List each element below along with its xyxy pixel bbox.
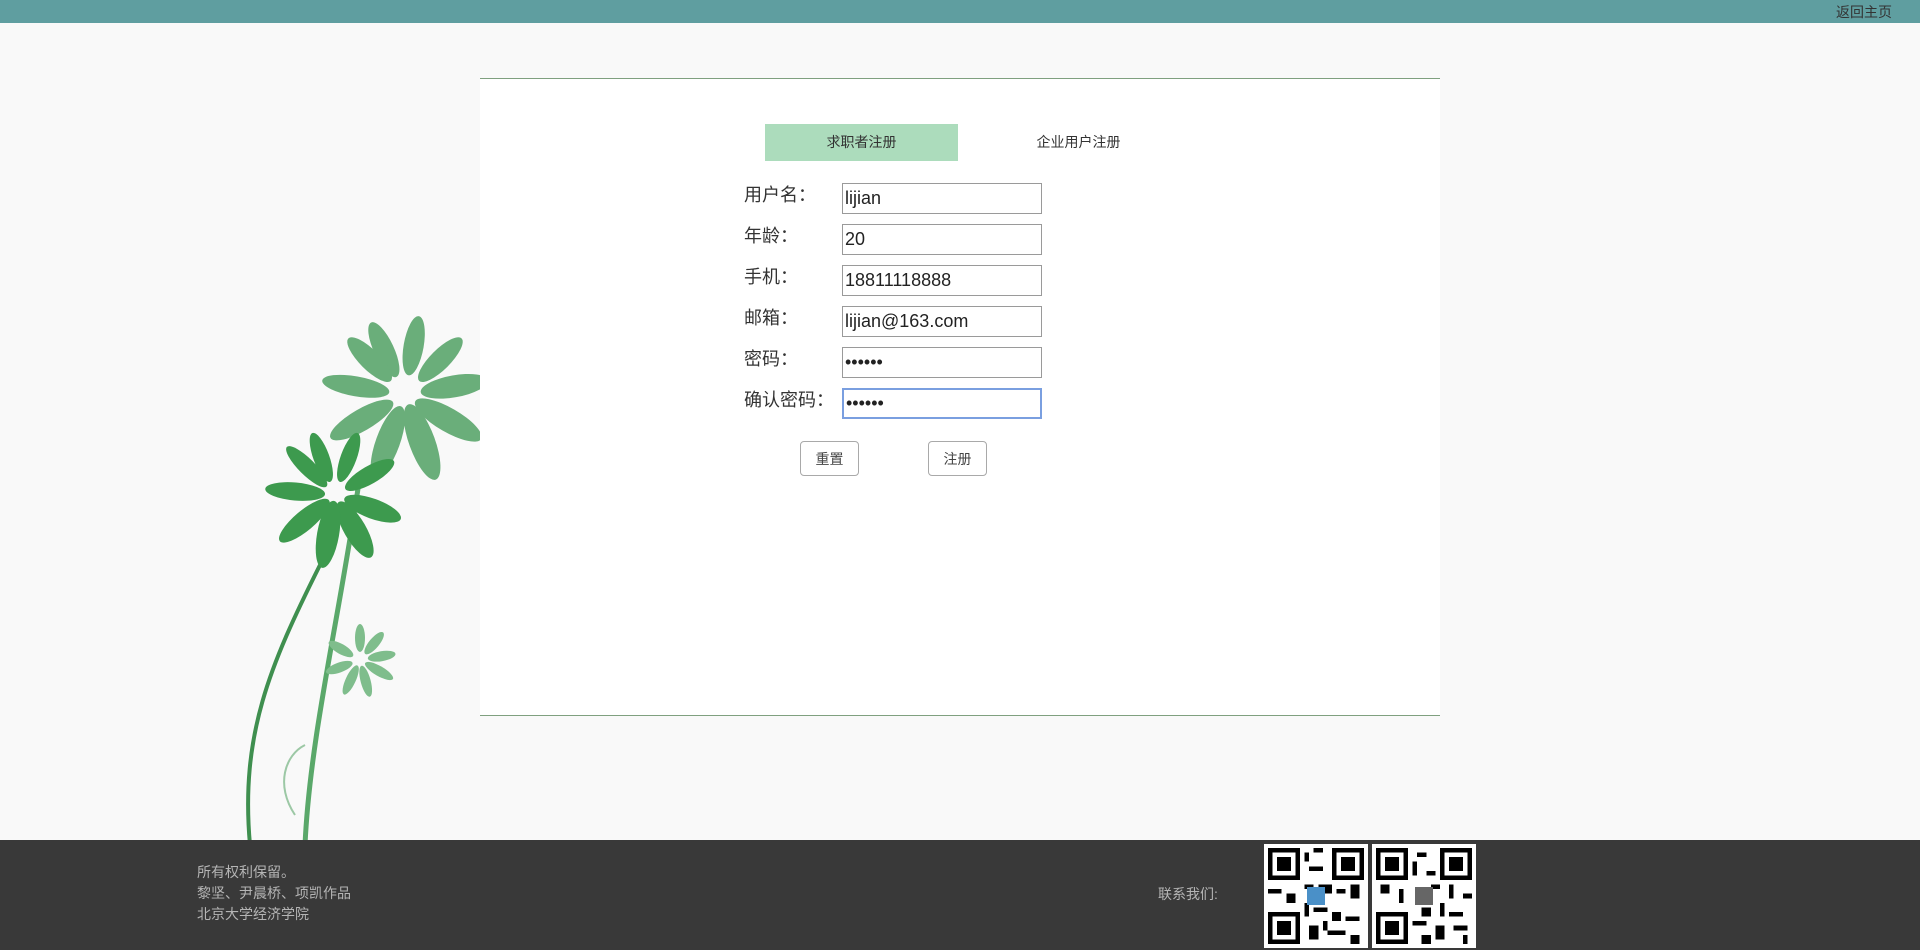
tab-company-register[interactable]: 企业用户注册 (982, 124, 1175, 161)
register-button[interactable]: 注册 (928, 441, 987, 476)
tab-jobseeker-register[interactable]: 求职者注册 (765, 124, 958, 161)
confirm-password-row: 确认密码： (744, 388, 1064, 420)
phone-row: 手机： (744, 265, 1064, 297)
confirm-password-label: 确认密码： (744, 390, 834, 410)
reset-button[interactable]: 重置 (800, 441, 859, 476)
username-input[interactable] (842, 183, 1042, 214)
username-label: 用户名： (744, 185, 816, 205)
age-input[interactable] (842, 224, 1042, 255)
copyright-text: 所有权利保留。 (197, 864, 295, 880)
footer: 所有权利保留。 黎坚、尹晨桥、项凯作品 北京大学经济学院 联系我们: (0, 840, 1920, 950)
email-row: 邮箱： (744, 306, 1064, 338)
authors-text: 黎坚、尹晨桥、项凯作品 (197, 885, 351, 901)
top-bar: 返回主页 (0, 0, 1920, 23)
age-label: 年龄： (744, 226, 798, 246)
password-row: 密码： (744, 347, 1064, 379)
email-input[interactable] (842, 306, 1042, 337)
register-tabs: 求职者注册 企业用户注册 (765, 124, 1175, 161)
institution-text: 北京大学经济学院 (197, 906, 309, 922)
phone-label: 手机： (744, 267, 798, 287)
password-input[interactable] (842, 347, 1042, 378)
register-panel: 求职者注册 企业用户注册 用户名： 年龄： 手机： 邮箱： 密码： 确认密码： (480, 78, 1440, 716)
home-link[interactable]: 返回主页 (1836, 2, 1892, 22)
username-row: 用户名： (744, 183, 1064, 215)
email-label: 邮箱： (744, 308, 798, 328)
footer-text: 所有权利保留。 黎坚、尹晨桥、项凯作品 北京大学经济学院 (197, 862, 351, 925)
password-label: 密码： (744, 349, 798, 369)
phone-input[interactable] (842, 265, 1042, 296)
age-row: 年龄： (744, 224, 1064, 256)
qr-code-icon (1264, 844, 1368, 948)
confirm-password-input[interactable] (842, 388, 1042, 419)
qr-code-icon (1372, 844, 1476, 948)
contact-label: 联系我们: (1158, 886, 1218, 902)
